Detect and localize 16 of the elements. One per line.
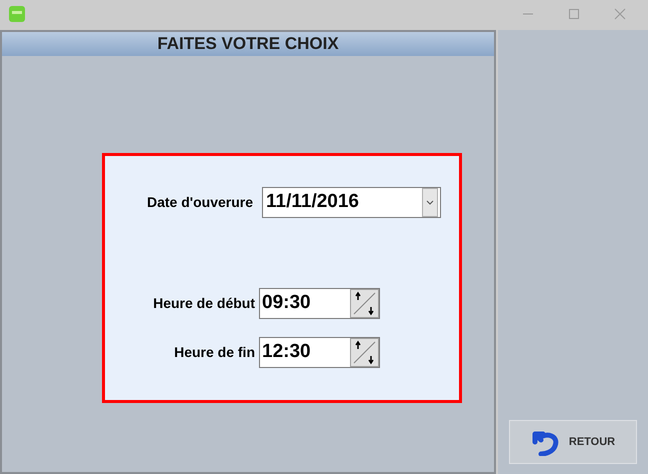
close-icon[interactable]: [614, 8, 626, 20]
spin-button[interactable]: [350, 289, 379, 318]
chevron-down-icon: [426, 200, 434, 206]
time-label: Heure de début: [152, 294, 255, 313]
time-field[interactable]: 12:30: [259, 337, 380, 368]
up-down-arrows-icon: [352, 291, 377, 316]
back-button[interactable]: RETOUR: [509, 420, 637, 464]
date-dropdown[interactable]: 11/11/2016: [262, 187, 441, 218]
panel-header: FAITES VOTRE CHOIX: [2, 32, 494, 56]
date-label: Date d'ouverure: [146, 193, 253, 212]
maximize-icon[interactable]: [568, 8, 580, 20]
up-down-arrows-icon: [352, 340, 377, 365]
app-icon: [8, 5, 26, 23]
time-label: Heure de fin: [173, 343, 255, 362]
spin-button[interactable]: [350, 338, 379, 367]
time-field[interactable]: 09:30: [259, 288, 380, 319]
